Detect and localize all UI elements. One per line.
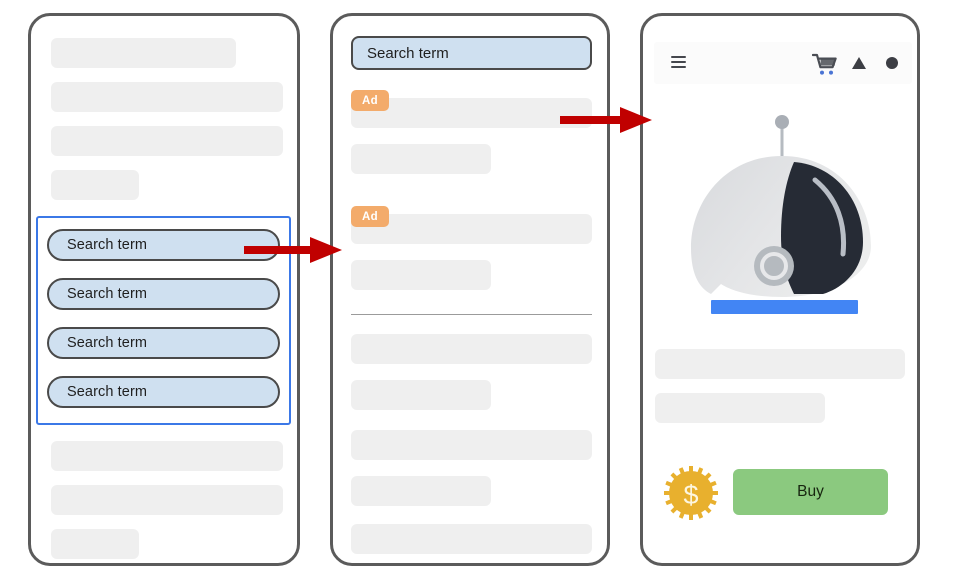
search-suggestion-label: Search term bbox=[67, 384, 148, 400]
placeholder-line-7 bbox=[51, 529, 139, 559]
dollar-coin-icon: $ bbox=[663, 465, 719, 521]
placeholder-line-1 bbox=[51, 38, 236, 68]
placeholder-line-2 bbox=[51, 82, 283, 112]
diagram-canvas: Search term Search term Search term Sear… bbox=[0, 0, 955, 579]
hamburger-menu-icon[interactable] bbox=[671, 56, 686, 68]
organic-result-title-3[interactable] bbox=[351, 524, 592, 554]
placeholder-line-3 bbox=[51, 126, 283, 156]
search-suggestion-label: Search term bbox=[67, 286, 148, 302]
arrow-results-to-product bbox=[560, 105, 652, 135]
triangle-icon[interactable] bbox=[852, 57, 866, 69]
product-desc-placeholder bbox=[655, 393, 825, 423]
search-suggestion-label: Search term bbox=[67, 335, 148, 351]
organic-result-desc-1 bbox=[351, 380, 491, 410]
placeholder-line-4 bbox=[51, 170, 139, 200]
organic-result-title-2[interactable] bbox=[351, 430, 592, 460]
ad-result-desc-1 bbox=[351, 144, 491, 174]
space-helmet-illustration bbox=[663, 106, 903, 341]
buy-button[interactable]: Buy bbox=[733, 469, 888, 515]
shopping-cart-icon[interactable] bbox=[811, 53, 837, 75]
buy-button-label: Buy bbox=[797, 483, 824, 500]
placeholder-line-5 bbox=[51, 441, 283, 471]
arrow-suggestions-to-results bbox=[244, 235, 342, 265]
ad-badge-label: Ad bbox=[362, 210, 378, 223]
circle-dot-icon[interactable] bbox=[886, 57, 898, 69]
ad-result-desc-2 bbox=[351, 260, 491, 290]
app-header-bar bbox=[654, 42, 912, 84]
search-input-value: Search term bbox=[367, 44, 449, 62]
product-title-placeholder bbox=[655, 349, 905, 379]
search-suggestion-label: Search term bbox=[67, 237, 148, 253]
placeholder-line-6 bbox=[51, 485, 283, 515]
phone-frame-results: Search term Ad Ad bbox=[330, 13, 610, 566]
search-suggestion-pill-2[interactable]: Search term bbox=[47, 278, 280, 310]
phone-frame-suggestions: Search term Search term Search term Sear… bbox=[28, 13, 300, 566]
search-suggestion-pill-4[interactable]: Search term bbox=[47, 376, 280, 408]
results-divider bbox=[351, 314, 592, 315]
screen-results: Search term Ad Ad bbox=[333, 16, 607, 563]
organic-result-desc-2 bbox=[351, 476, 491, 506]
screen-product: $ Buy bbox=[643, 16, 917, 563]
ad-badge-1: Ad bbox=[351, 90, 389, 111]
svg-text:$: $ bbox=[683, 480, 698, 510]
search-input[interactable]: Search term bbox=[351, 36, 592, 70]
phone-frame-product: $ Buy bbox=[640, 13, 920, 566]
search-suggestion-pill-3[interactable]: Search term bbox=[47, 327, 280, 359]
organic-result-title-1[interactable] bbox=[351, 334, 592, 364]
screen-suggestions: Search term Search term Search term Sear… bbox=[31, 16, 297, 563]
ad-badge-2: Ad bbox=[351, 206, 389, 227]
ad-badge-label: Ad bbox=[362, 94, 378, 107]
